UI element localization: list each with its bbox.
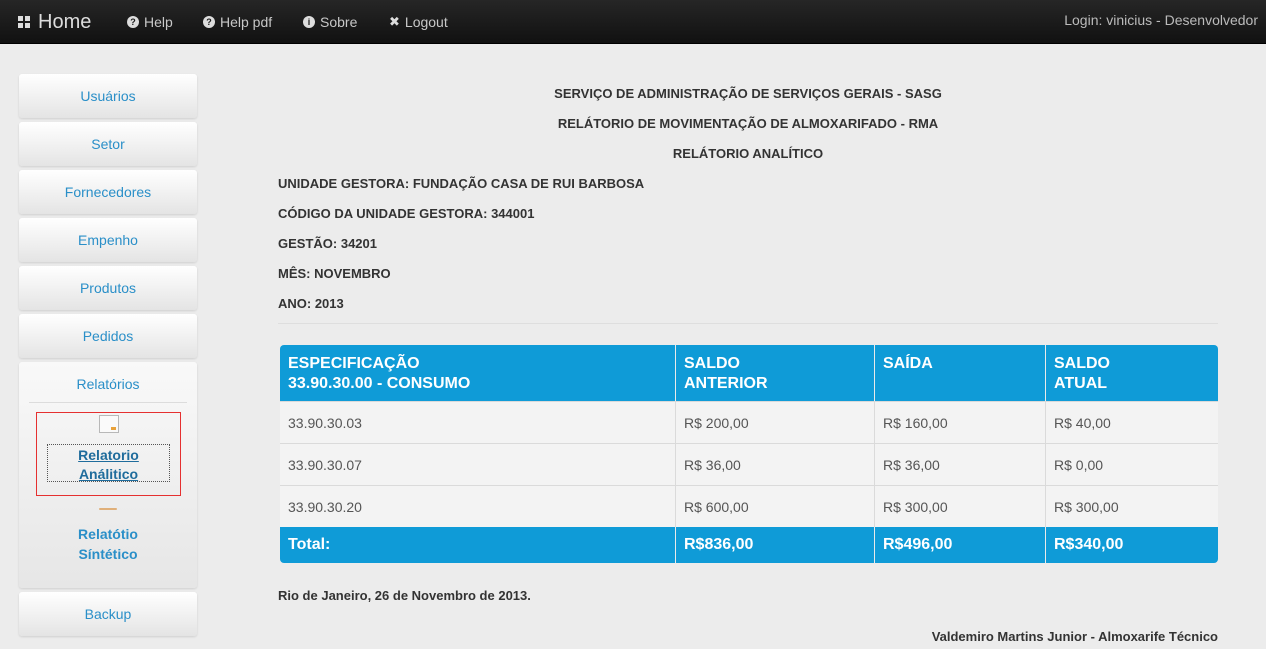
- logout-link[interactable]: ✖ Logout: [389, 12, 448, 32]
- broken-image-icon: [99, 415, 119, 433]
- grid-icon: [18, 16, 30, 28]
- table-cell: 33.90.30.07: [280, 443, 676, 485]
- sidebar-item-empenho[interactable]: Empenho: [19, 218, 197, 262]
- relatorio-sintetico-label-1: Relatótio: [78, 526, 138, 542]
- info-circle-icon: i: [303, 16, 315, 28]
- table-header-row: ESPECIFICAÇÃO 33.90.30.00 - CONSUMO SALD…: [280, 345, 1218, 401]
- table-cell: R$ 40,00: [1046, 401, 1218, 443]
- ano: ANO: 2013: [278, 296, 344, 311]
- relatorio-analitico-label-2: Análitico: [78, 466, 139, 482]
- login-status: Login: vinicius - Desenvolvedor: [1064, 12, 1258, 28]
- report-header-analitico: RELÁTORIO ANALÍTICO: [672, 146, 824, 161]
- selected-report-highlight: Relatorio Análitico: [36, 412, 181, 496]
- sidebar-item-usuarios[interactable]: Usuários: [19, 74, 197, 118]
- unidade-gestora: UNIDADE GESTORA: FUNDAÇÃO CASA DE RUI BA…: [278, 176, 645, 191]
- report-header-rma: RELÁTORIO DE MOVIMENTAÇÃO DE ALMOXARIFAD…: [557, 116, 939, 131]
- table-cell: R$ 300,00: [1046, 485, 1218, 527]
- column-header-saldo-atual: SALDO ATUAL: [1046, 345, 1218, 401]
- sidebar-reports-panel: Relatórios Relatorio Análitico Relatótio…: [19, 362, 197, 588]
- column-header-saida: SAÍDA: [875, 345, 1046, 401]
- table-cell: R$ 300,00: [875, 485, 1046, 527]
- sobre-label: Sobre: [320, 14, 358, 30]
- help-link[interactable]: ? Help: [127, 12, 173, 32]
- relatorio-analitico-link[interactable]: Relatorio Análitico: [47, 444, 170, 482]
- table-cell: R$ 36,00: [875, 443, 1046, 485]
- top-navbar: Home ? Help ? Help pdf i Sobre ✖ Logout …: [0, 0, 1266, 44]
- column-header-saldo-anterior: SALDO ANTERIOR: [676, 345, 875, 401]
- sidebar-item-setor[interactable]: Setor: [19, 122, 197, 166]
- report-header-sasg: SERVIÇO DE ADMINISTRAÇÃO DE SERVIÇOS GER…: [554, 86, 942, 101]
- table-row: 33.90.30.03 R$ 200,00 R$ 160,00 R$ 40,00: [280, 401, 1218, 443]
- relatorio-sintetico-label-2: Síntético: [78, 546, 138, 562]
- divider: [29, 402, 187, 403]
- report-image-icon: [99, 506, 117, 512]
- table-cell: R$ 160,00: [875, 401, 1046, 443]
- home-link[interactable]: Home: [18, 10, 91, 34]
- sobre-link[interactable]: i Sobre: [303, 12, 357, 32]
- report-signature: Valdemiro Martins Junior - Almoxarife Té…: [931, 629, 1218, 644]
- help-pdf-label: Help pdf: [220, 14, 273, 30]
- question-circle-icon: ?: [203, 16, 215, 28]
- total-saldo-anterior: R$836,00: [676, 527, 875, 563]
- codigo-unidade-gestora: CÓDIGO DA UNIDADE GESTORA: 344001: [278, 206, 535, 221]
- divider: [278, 323, 1218, 324]
- table-total-row: Total: R$836,00 R$496,00 R$340,00: [280, 527, 1218, 563]
- gestao: GESTÃO: 34201: [278, 236, 377, 251]
- logout-label: Logout: [404, 14, 448, 30]
- table-cell: 33.90.30.03: [280, 401, 676, 443]
- total-saida: R$496,00: [875, 527, 1046, 563]
- relatorio-sintetico-link[interactable]: Relatótio Síntético: [19, 524, 197, 564]
- help-label: Help: [144, 14, 173, 30]
- rma-table: ESPECIFICAÇÃO 33.90.30.00 - CONSUMO SALD…: [280, 345, 1218, 563]
- mes: MÊS: NOVEMBRO: [278, 266, 391, 281]
- sidebar-item-produtos[interactable]: Produtos: [19, 266, 197, 310]
- question-circle-icon: ?: [127, 16, 139, 28]
- relatorio-analitico-label-1: Relatorio: [78, 447, 139, 463]
- sidebar-item-backup[interactable]: Backup: [19, 592, 197, 636]
- total-label: Total:: [280, 527, 676, 563]
- table-row: 33.90.30.07 R$ 36,00 R$ 36,00 R$ 0,00: [280, 443, 1218, 485]
- report-date-line: Rio de Janeiro, 26 de Novembro de 2013.: [278, 588, 531, 603]
- home-label: Home: [38, 10, 92, 33]
- table-cell: R$ 600,00: [676, 485, 875, 527]
- table-cell: R$ 36,00: [676, 443, 875, 485]
- sidebar-item-relatorios[interactable]: Relatórios: [19, 376, 197, 392]
- column-header-especificacao: ESPECIFICAÇÃO 33.90.30.00 - CONSUMO: [280, 345, 676, 401]
- table-cell: R$ 200,00: [676, 401, 875, 443]
- close-icon: ✖: [389, 14, 400, 29]
- sidebar-item-pedidos[interactable]: Pedidos: [19, 314, 197, 358]
- total-saldo-atual: R$340,00: [1046, 527, 1218, 563]
- table-cell: 33.90.30.20: [280, 485, 676, 527]
- table-cell: R$ 0,00: [1046, 443, 1218, 485]
- table-row: 33.90.30.20 R$ 600,00 R$ 300,00 R$ 300,0…: [280, 485, 1218, 527]
- help-pdf-link[interactable]: ? Help pdf: [203, 12, 272, 32]
- sidebar-item-fornecedores[interactable]: Fornecedores: [19, 170, 197, 214]
